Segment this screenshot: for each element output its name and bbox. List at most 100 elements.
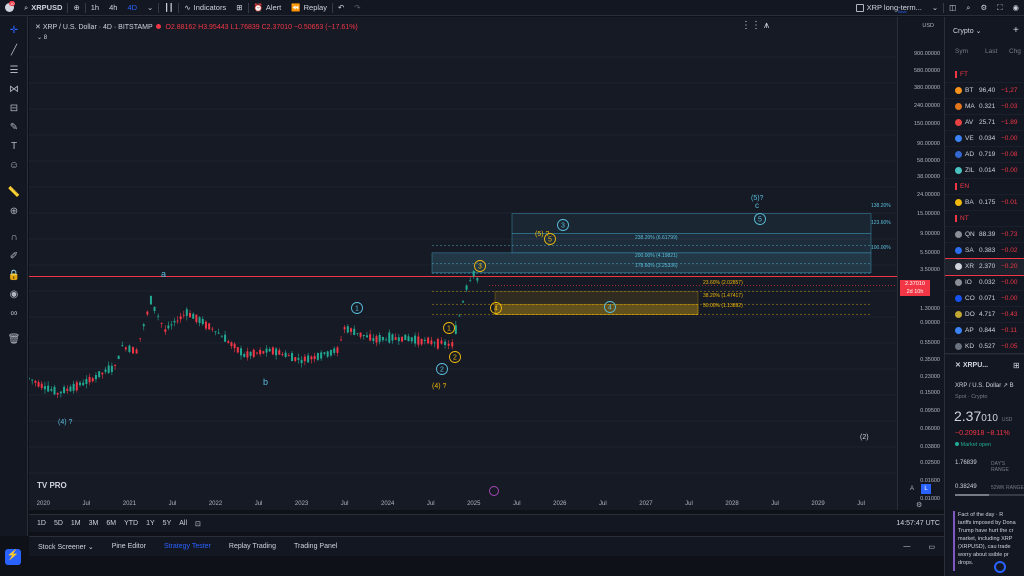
watchlist-row[interactable]: MA 0.321 −0.03 xyxy=(945,99,1024,115)
currency-label[interactable]: USD xyxy=(922,23,934,29)
watchlist-row[interactable]: AD 0.719 −0.08 xyxy=(945,147,1024,163)
auto-scale-button[interactable]: A xyxy=(910,486,914,492)
redo-button[interactable]: ↷ xyxy=(349,0,365,16)
grid-icon[interactable]: ⊞ xyxy=(1013,361,1020,370)
tab-strategy-tester[interactable]: Strategy Tester xyxy=(155,543,220,550)
symbol-search[interactable]: ⌕ XRPUSD xyxy=(19,0,67,16)
record-icon[interactable] xyxy=(994,561,1006,573)
watchlist-title[interactable]: Crypto ⌄ xyxy=(953,27,981,35)
settings-button[interactable]: ⚙ xyxy=(975,0,992,16)
chart-pane[interactable]: 1234512345 ✕ XRP / U.S. Dollar · 4D · BI… xyxy=(29,17,897,510)
multi-layout-button[interactable]: ◫ xyxy=(944,0,961,16)
compare-button[interactable]: ⊕ xyxy=(68,0,84,16)
chart-canvas[interactable]: 1234512345 xyxy=(29,17,897,510)
watchlist-row[interactable]: QN 88.39 −0.73 xyxy=(945,227,1024,243)
templates-button[interactable]: ⊞ xyxy=(231,0,247,16)
goto-date-icon[interactable]: ⊡ xyxy=(191,520,205,528)
interval-dropdown[interactable]: ⌄ xyxy=(142,0,158,16)
col-header-last[interactable]: Last xyxy=(985,48,997,55)
watchlist-row[interactable]: FT xyxy=(945,67,1024,83)
indicators-button[interactable]: ∿ Indicators xyxy=(179,0,231,16)
avatar[interactable]: 10 xyxy=(0,0,19,16)
watchlist-row[interactable]: IO 0.032 −0.00 xyxy=(945,275,1024,291)
news-line: Fact of the day · R xyxy=(958,512,1004,518)
tab-pine-editor[interactable]: Pine Editor xyxy=(103,543,155,550)
watchlist-row[interactable]: XR 2.370 −0.20 xyxy=(945,258,1024,276)
watchlist-row[interactable]: AV 25.71 −1.89 xyxy=(945,115,1024,131)
watchlist-row[interactable]: AP 0.844 −0.11 xyxy=(945,323,1024,339)
range-5d[interactable]: 5D xyxy=(50,520,67,527)
text-icon[interactable]: T xyxy=(6,140,22,154)
lock-icon[interactable]: 🔒 xyxy=(6,269,22,283)
watchlist-row[interactable]: SA 0.383 −0.02 xyxy=(945,243,1024,259)
watchlist-row[interactable]: BA 0.175 −0.01 xyxy=(945,195,1024,211)
search-icon: ⌕ xyxy=(24,2,29,12)
indicator-count[interactable]: ⌄ 8 xyxy=(37,34,47,41)
undo-button[interactable]: ↶ xyxy=(333,0,349,16)
magnet-icon[interactable]: ∩ xyxy=(6,231,22,245)
fib-retracement-icon[interactable]: ☰ xyxy=(6,64,22,78)
candle-body xyxy=(465,285,468,290)
quick-search-button[interactable]: ⌕ xyxy=(961,0,975,16)
watchlist-row[interactable]: VE 0.034 −0.00 xyxy=(945,131,1024,147)
brush-icon[interactable]: ✎ xyxy=(6,121,22,135)
layout-button[interactable]: XRP long-term... Save xyxy=(851,0,927,16)
range-5y[interactable]: 5Y xyxy=(159,520,176,527)
eye-icon[interactable]: ◉ xyxy=(6,288,22,302)
watchlist-row[interactable]: DO 4.717 −0.43 xyxy=(945,307,1024,323)
alert-button[interactable]: ⏰ Alert xyxy=(249,0,287,16)
range-3m[interactable]: 3M xyxy=(85,520,103,527)
fullscreen-button[interactable]: ⛶ xyxy=(992,0,1007,16)
add-symbol-icon[interactable]: + xyxy=(1013,25,1019,36)
tab-replay-trading[interactable]: Replay Trading xyxy=(220,543,285,550)
gear-icon[interactable]: ⚙ xyxy=(916,501,922,509)
replay-button[interactable]: ⏪ Replay xyxy=(286,0,332,16)
close-legend-icon[interactable]: ✕ xyxy=(35,24,41,31)
range-6m[interactable]: 6M xyxy=(102,520,120,527)
projection-icon[interactable]: ⊟ xyxy=(6,102,22,116)
watchlist-row[interactable]: EN xyxy=(945,179,1024,195)
chart-type-button[interactable]: ┃┃ xyxy=(159,0,178,16)
clock-label[interactable]: 14:57:47 UTC xyxy=(892,520,944,527)
watchlist-row[interactable]: CO 0.071 −0.00 xyxy=(945,291,1024,307)
news-card[interactable]: Fact of the day · R tariffs imposed by D… xyxy=(953,511,1024,571)
range-ytd[interactable]: YTD xyxy=(120,520,142,527)
hotlist-icon[interactable]: ⚡ xyxy=(5,549,21,565)
maximize-icon[interactable]: ▭ xyxy=(919,543,944,551)
watchlist-symbol: IO xyxy=(965,279,972,286)
interval-4h[interactable]: 4h xyxy=(104,0,122,16)
range-1y[interactable]: 1Y xyxy=(142,520,159,527)
trash-icon[interactable]: 🗑 xyxy=(6,333,22,347)
time-axis[interactable]: 2020 Jul 2021 Jul 2022 Jul 2023 Jul 2024 Jul 2025 J… xyxy=(29,497,897,513)
col-header-change[interactable]: Chg xyxy=(1009,48,1021,55)
lock-drawings-icon[interactable]: ✐ xyxy=(6,250,22,264)
tab-stock-screener[interactable]: Stock Screener ⌄ xyxy=(29,543,103,551)
external-link-icon[interactable]: ↗ xyxy=(1003,383,1008,389)
crosshair-icon[interactable]: ✛ xyxy=(6,24,22,38)
ruler-icon[interactable]: 📏 xyxy=(6,186,22,200)
tab-trading-panel[interactable]: Trading Panel xyxy=(285,543,346,550)
close-icon[interactable]: ✕ xyxy=(955,362,961,369)
watchlist-row[interactable]: ZIL 0.014 −0.00 xyxy=(945,163,1024,179)
chart-tools-icon[interactable]: ⋮⋮ ⩚ xyxy=(741,20,769,31)
watchlist-row[interactable]: NT xyxy=(945,211,1024,227)
snapshot-button[interactable]: ◉ xyxy=(1007,0,1024,16)
layout-dropdown[interactable]: ⌄ xyxy=(927,0,943,16)
trend-line-icon[interactable]: ╱ xyxy=(6,44,22,58)
emoji-icon[interactable]: ☺ xyxy=(6,159,22,173)
zoom-in-icon[interactable]: ⊕ xyxy=(6,205,22,219)
range-1d[interactable]: 1D xyxy=(33,520,50,527)
log-scale-button[interactable]: L xyxy=(921,484,931,494)
link-icon[interactable]: ∞ xyxy=(6,307,22,321)
col-header-symbol[interactable]: Sym xyxy=(955,48,968,55)
pattern-icon[interactable]: ⋈ xyxy=(6,83,22,97)
price-axis[interactable]: USD 900.00000 580.00000 380.00000 240.00000… xyxy=(897,17,944,510)
range-1m[interactable]: 1M xyxy=(67,520,85,527)
interval-1h[interactable]: 1h xyxy=(86,0,104,16)
range-all[interactable]: All xyxy=(175,520,191,527)
candle-body xyxy=(124,347,127,350)
details-symbol[interactable]: ✕ XRPU... xyxy=(955,361,988,369)
minimize-icon[interactable]: — xyxy=(894,543,919,550)
watchlist-row[interactable]: BT 96,40 −1,27 xyxy=(945,83,1024,99)
interval-4d[interactable]: 4D xyxy=(122,0,142,16)
